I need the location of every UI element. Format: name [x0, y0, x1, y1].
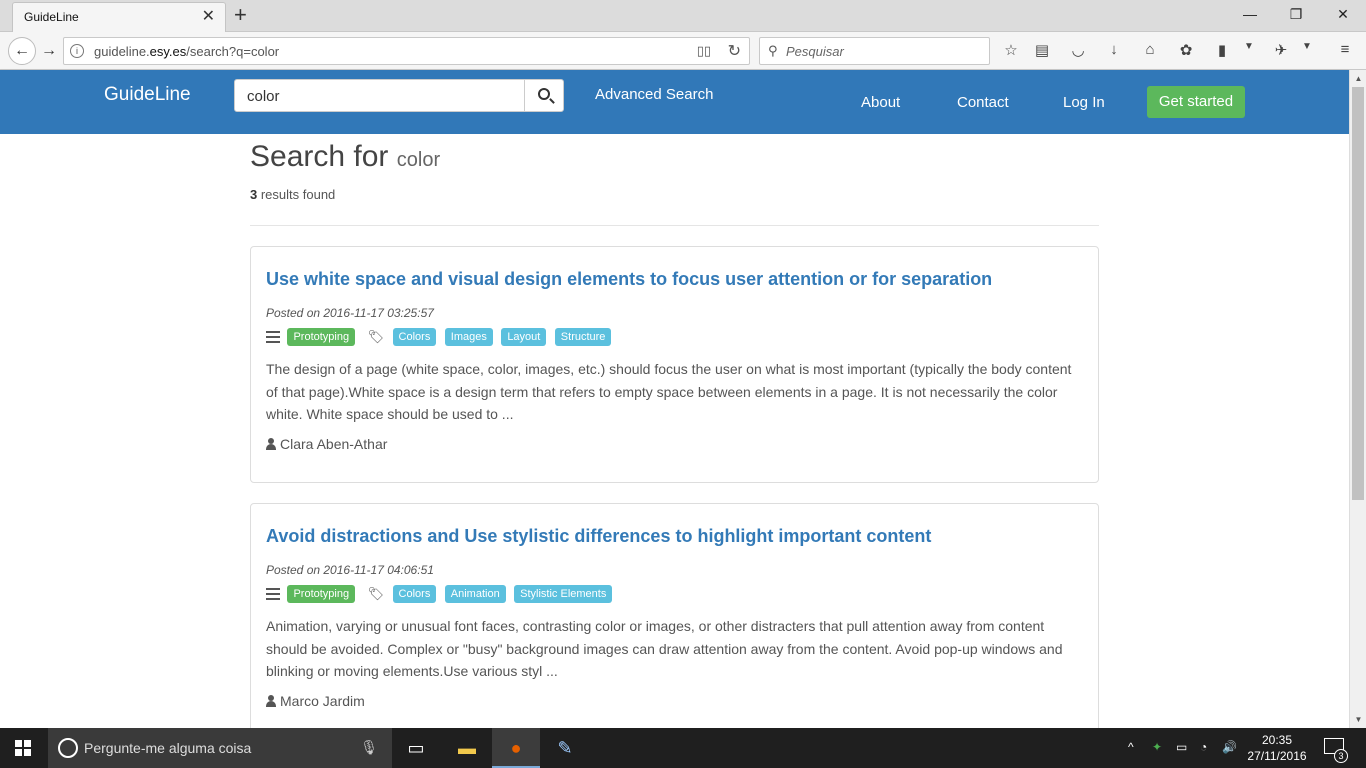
- site-search-value: color: [247, 88, 280, 105]
- paint-icon[interactable]: ✎: [541, 728, 589, 768]
- page-content: Search for color 3 results found Use whi…: [0, 134, 1349, 728]
- menu-hamburger-icon[interactable]: ≡: [1334, 41, 1356, 58]
- forward-arrow-icon[interactable]: →: [36, 38, 62, 64]
- extension-icon[interactable]: ✿: [1175, 41, 1197, 59]
- get-started-button[interactable]: Get started: [1147, 86, 1245, 118]
- url-text: guideline.esy.es/search?q=color: [94, 44, 280, 59]
- posted-date: Posted on 2016-11-17 03:25:57: [266, 306, 434, 320]
- scroll-down-icon[interactable]: ▼: [1350, 711, 1366, 728]
- result-description: The design of a page (white space, color…: [266, 361, 1072, 422]
- tag-label[interactable]: Stylistic Elements: [514, 585, 613, 603]
- category-label[interactable]: Prototyping: [287, 585, 356, 603]
- nav-login[interactable]: Log In: [1063, 94, 1105, 111]
- reader-view-icon[interactable]: ▯▯: [697, 43, 711, 59]
- browser-navbar: ← → i guideline.esy.es/search?q=color ▯▯…: [0, 32, 1366, 70]
- windows-start-icon[interactable]: [15, 740, 31, 756]
- pocket-icon[interactable]: ◡: [1067, 41, 1089, 59]
- task-view-icon[interactable]: ▭: [392, 728, 440, 768]
- result-card: Use white space and visual design elemen…: [250, 246, 1099, 483]
- new-tab-button[interactable]: +: [234, 3, 247, 27]
- windows-taskbar: Pergunte-me alguma coisa 🎙 ▭ ▬ ● ✎ ^ ✦ ▭…: [0, 728, 1366, 768]
- microphone-icon[interactable]: 🎙: [360, 739, 378, 756]
- tag-list: Prototyping 🏷 Colors Animation Stylistic…: [266, 585, 616, 603]
- user-icon: [266, 695, 276, 707]
- tag-label[interactable]: Colors: [392, 585, 437, 603]
- search-query: color: [396, 149, 441, 171]
- cortana-search-input[interactable]: Pergunte-me alguma coisa 🎙: [48, 728, 392, 768]
- reload-icon[interactable]: ↻: [728, 41, 741, 61]
- back-arrow-icon[interactable]: ←: [8, 37, 36, 65]
- nav-about[interactable]: About: [861, 94, 900, 111]
- brand-logo[interactable]: GuideLine: [104, 84, 191, 106]
- category-icon: [266, 588, 280, 600]
- tab-title: GuideLine: [24, 10, 79, 24]
- bookmark-star-icon[interactable]: ☆: [1000, 41, 1022, 59]
- result-title-link[interactable]: Avoid distractions and Use stylistic dif…: [266, 526, 931, 547]
- browser-tab[interactable]: GuideLine ✕: [12, 2, 226, 32]
- dropbox-icon[interactable]: ✦: [1152, 740, 1162, 754]
- result-card: Avoid distractions and Use stylistic dif…: [250, 503, 1099, 728]
- bookmarks-list-icon[interactable]: ▤: [1031, 41, 1053, 59]
- restore-button[interactable]: ❐: [1286, 6, 1306, 23]
- notification-count: 3: [1334, 749, 1348, 763]
- site-search-button[interactable]: [524, 79, 564, 112]
- tag-label[interactable]: Structure: [554, 328, 612, 346]
- dropdown-arrow-icon[interactable]: ▼: [1296, 41, 1318, 52]
- clipboard-icon[interactable]: ▮: [1211, 41, 1233, 59]
- minimize-button[interactable]: —: [1240, 6, 1260, 22]
- category-icon: [266, 331, 280, 343]
- nav-contact[interactable]: Contact: [957, 94, 1009, 111]
- page-scrollbar[interactable]: ▲ ▼: [1349, 70, 1366, 728]
- tag-label[interactable]: Layout: [501, 328, 547, 346]
- download-icon[interactable]: ↓: [1103, 41, 1125, 58]
- search-icon: ⚲: [768, 43, 778, 58]
- tag-list: Prototyping 🏷 Colors Images Layout Struc…: [266, 328, 615, 346]
- result-title-link[interactable]: Use white space and visual design elemen…: [266, 269, 992, 290]
- posted-date: Posted on 2016-11-17 04:06:51: [266, 563, 434, 577]
- firefox-icon[interactable]: ●: [492, 728, 540, 768]
- tray-chevron-icon[interactable]: ^: [1128, 740, 1134, 754]
- user-icon: [266, 438, 276, 450]
- site-header: GuideLine color Advanced Search About Co…: [0, 70, 1349, 134]
- browser-tab-strip: GuideLine ✕ + — ❐ ✕: [0, 0, 1366, 32]
- tag-label[interactable]: Colors: [392, 328, 437, 346]
- result-author: Marco Jardim: [266, 693, 365, 709]
- tag-label[interactable]: Images: [444, 328, 493, 346]
- result-author: Clara Aben-Athar: [266, 436, 387, 452]
- results-count: 3 results found: [250, 187, 336, 202]
- search-placeholder: Pesquisar: [786, 44, 844, 59]
- search-icon: [538, 88, 550, 100]
- close-tab-icon[interactable]: ✕: [202, 8, 215, 26]
- scroll-up-icon[interactable]: ▲: [1350, 70, 1366, 87]
- scrollbar-thumb[interactable]: [1352, 87, 1364, 500]
- cortana-placeholder: Pergunte-me alguma coisa: [84, 740, 252, 756]
- category-label[interactable]: Prototyping: [287, 328, 356, 346]
- volume-icon[interactable]: 🔊: [1222, 740, 1237, 754]
- result-description: Animation, varying or unusual font faces…: [266, 618, 1063, 679]
- file-explorer-icon[interactable]: ▬: [443, 728, 491, 768]
- dropdown-arrow-icon[interactable]: ▼: [1238, 41, 1260, 52]
- address-bar[interactable]: i guideline.esy.es/search?q=color ▯▯ ↻: [63, 37, 750, 65]
- wifi-icon[interactable]: ◔: [1200, 740, 1207, 754]
- page-title: Search for color: [250, 140, 441, 173]
- battery-icon[interactable]: ▭: [1176, 740, 1187, 754]
- taskbar-clock[interactable]: 20:35 27/11/2016: [1246, 732, 1308, 764]
- home-icon[interactable]: ⌂: [1139, 41, 1161, 58]
- addon-icon[interactable]: ✈: [1270, 41, 1292, 59]
- info-icon[interactable]: i: [70, 44, 84, 58]
- advanced-search-link[interactable]: Advanced Search: [595, 86, 713, 103]
- cortana-icon: [58, 738, 78, 758]
- close-window-button[interactable]: ✕: [1333, 6, 1353, 23]
- browser-search-input[interactable]: ⚲ Pesquisar: [759, 37, 990, 65]
- tags-icon: 🏷: [367, 586, 385, 601]
- tags-icon: 🏷: [367, 329, 385, 344]
- site-search-input[interactable]: color: [234, 79, 525, 112]
- tag-label[interactable]: Animation: [444, 585, 506, 603]
- divider: [250, 225, 1099, 226]
